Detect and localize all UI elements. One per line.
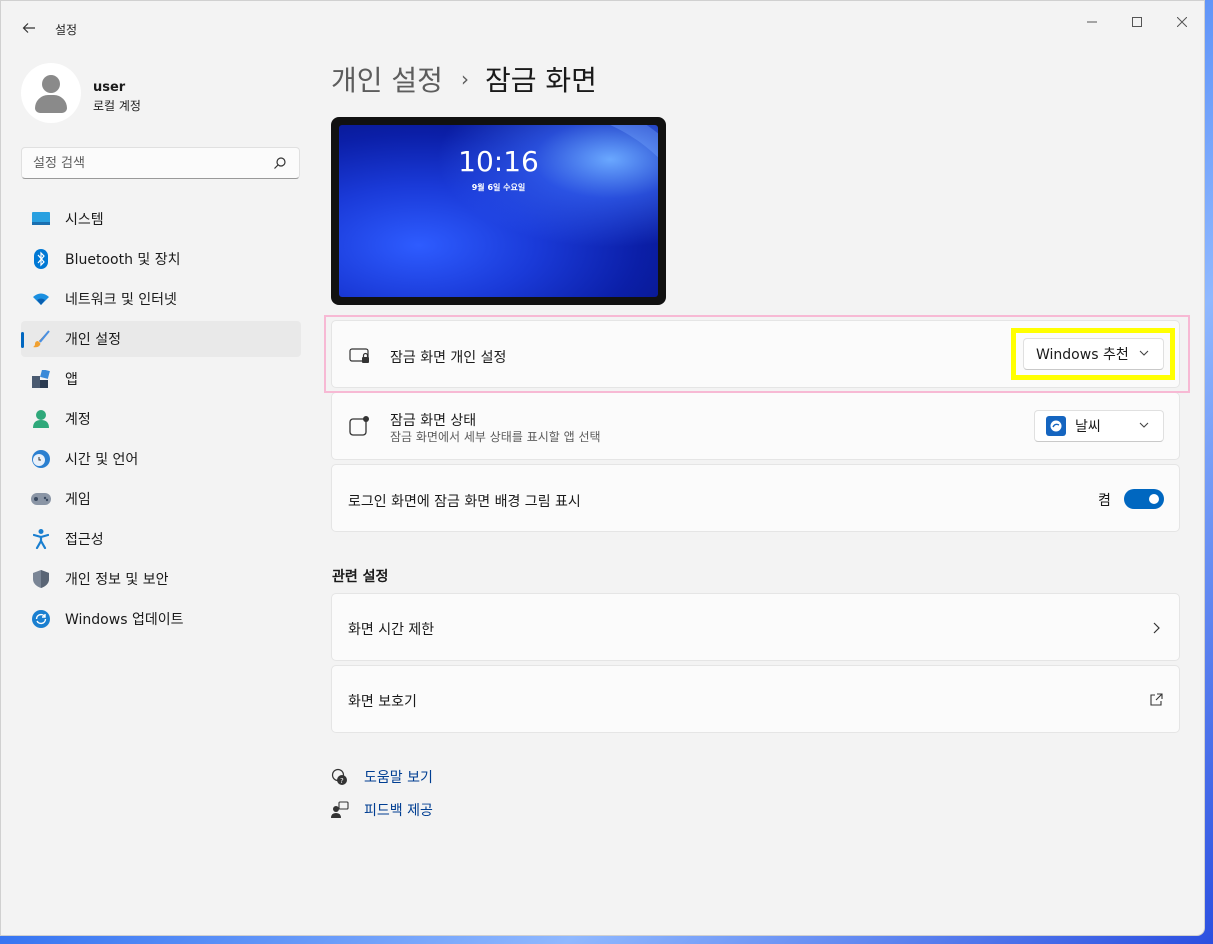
- sidebar-item-accessibility[interactable]: 접근성: [21, 521, 301, 557]
- sidebar-item-privacy[interactable]: 개인 정보 및 보안: [21, 561, 301, 597]
- account-type: 로컬 계정: [93, 99, 141, 113]
- breadcrumb: 개인 설정 › 잠금 화면: [331, 59, 597, 99]
- close-button[interactable]: [1159, 11, 1204, 35]
- system-icon: [31, 209, 51, 229]
- status-icon: [349, 416, 369, 436]
- back-button[interactable]: [15, 18, 43, 42]
- sidebar-nav: 시스템 Bluetooth 및 장치 네트워크 및 인터넷 개인 설정 앱 계정…: [21, 201, 301, 641]
- toggle-state-label: 켬: [1098, 493, 1111, 509]
- help-link[interactable]: ? 도움말 보기: [331, 767, 433, 787]
- sidebar-item-apps[interactable]: 앱: [21, 361, 301, 397]
- dropdown-value: 날씨: [1075, 419, 1101, 435]
- setting-title: 잠금 화면 상태: [390, 413, 477, 429]
- setting-title: 로그인 화면에 잠금 화면 배경 그림 표시: [348, 494, 581, 510]
- maximize-icon: [1132, 17, 1142, 27]
- time-language-icon: [31, 449, 51, 469]
- related-item-label: 화면 보호기: [348, 694, 417, 710]
- related-item-screen-saver[interactable]: 화면 보호기: [331, 665, 1180, 733]
- minimize-button[interactable]: [1069, 11, 1115, 35]
- user-profile[interactable]: user 로컬 계정: [21, 63, 301, 123]
- gamepad-icon: [31, 489, 51, 509]
- sidebar-item-label: 개인 정보 및 보안: [65, 572, 169, 588]
- title-bar: 설정: [1, 1, 1204, 49]
- feedback-link[interactable]: 피드백 제공: [331, 800, 433, 820]
- related-settings-title: 관련 설정: [332, 569, 389, 585]
- accessibility-icon: [31, 529, 51, 549]
- breadcrumb-parent[interactable]: 개인 설정: [331, 59, 443, 99]
- help-icon: ?: [331, 768, 347, 785]
- related-item-label: 화면 시간 제한: [348, 622, 435, 638]
- sidebar-item-accounts[interactable]: 계정: [21, 401, 301, 437]
- sidebar-item-label: 네트워크 및 인터넷: [65, 292, 177, 308]
- sidebar-item-label: 시간 및 언어: [65, 452, 139, 468]
- sidebar-item-time-language[interactable]: 시간 및 언어: [21, 441, 301, 477]
- chevron-right-icon: [1153, 622, 1160, 634]
- lock-screen-date: 9월 6일 수요일: [471, 183, 526, 192]
- minimize-icon: [1087, 21, 1097, 23]
- setting-lock-screen-status[interactable]: 잠금 화면 상태 잠금 화면에서 세부 상태를 표시할 앱 선택 날씨: [331, 392, 1180, 460]
- help-link-label: 도움말 보기: [364, 770, 433, 786]
- highlight-yellow-box: [1011, 328, 1175, 380]
- user-name: user: [93, 80, 126, 95]
- feedback-icon: [331, 801, 349, 818]
- avatar: [21, 63, 81, 123]
- brush-icon: [31, 329, 51, 349]
- search-input[interactable]: [33, 154, 263, 172]
- close-icon: [1176, 16, 1188, 28]
- sidebar-item-personalization[interactable]: 개인 설정: [21, 321, 301, 357]
- svg-text:?: ?: [340, 777, 344, 785]
- sidebar-item-gaming[interactable]: 게임: [21, 481, 301, 517]
- search-icon[interactable]: [273, 156, 287, 170]
- sidebar-item-label: 개인 설정: [65, 332, 121, 348]
- weather-icon: [1046, 416, 1066, 436]
- sidebar-item-label: 시스템: [65, 212, 104, 228]
- settings-window: 설정 user 로컬 계정 시스템: [0, 0, 1205, 936]
- wifi-icon: [31, 289, 51, 309]
- lock-screen-time: 10:16: [458, 145, 539, 178]
- chevron-down-icon: [1139, 422, 1149, 428]
- sidebar-item-network[interactable]: 네트워크 및 인터넷: [21, 281, 301, 317]
- lock-screen-status-dropdown[interactable]: 날씨: [1034, 410, 1164, 442]
- related-item-screen-timeout[interactable]: 화면 시간 제한: [331, 593, 1180, 661]
- sidebar-item-system[interactable]: 시스템: [21, 201, 301, 237]
- sidebar-item-label: 접근성: [65, 532, 104, 548]
- account-icon: [31, 409, 51, 429]
- back-arrow-icon: [22, 23, 35, 33]
- signin-background-toggle[interactable]: [1124, 489, 1164, 509]
- sidebar-item-label: 계정: [65, 412, 91, 428]
- setting-signin-background[interactable]: 로그인 화면에 잠금 화면 배경 그림 표시: [331, 464, 1180, 532]
- breadcrumb-separator: ›: [460, 67, 469, 91]
- maximize-button[interactable]: [1114, 11, 1160, 35]
- sidebar-item-bluetooth[interactable]: Bluetooth 및 장치: [21, 241, 301, 277]
- feedback-link-label: 피드백 제공: [364, 803, 433, 819]
- shield-icon: [31, 569, 51, 589]
- lock-screen-image: 10:16 9월 6일 수요일: [339, 125, 658, 297]
- bluetooth-icon: [31, 249, 51, 269]
- app-title: 설정: [55, 23, 78, 37]
- update-icon: [31, 609, 51, 629]
- sidebar-item-label: Bluetooth 및 장치: [65, 252, 181, 268]
- page-title: 잠금 화면: [484, 64, 597, 97]
- sidebar-item-label: Windows 업데이트: [65, 612, 184, 628]
- sidebar-item-label: 앱: [65, 372, 78, 388]
- sidebar-item-windows-update[interactable]: Windows 업데이트: [21, 601, 301, 637]
- external-link-icon: [1150, 693, 1163, 706]
- sidebar-item-label: 게임: [65, 492, 91, 508]
- toggle-knob: [1149, 494, 1159, 504]
- apps-icon: [31, 369, 51, 389]
- setting-subtitle: 잠금 화면에서 세부 상태를 표시할 앱 선택: [390, 430, 601, 444]
- lock-screen-preview: 10:16 9월 6일 수요일: [331, 117, 666, 305]
- settings-search[interactable]: [21, 147, 300, 179]
